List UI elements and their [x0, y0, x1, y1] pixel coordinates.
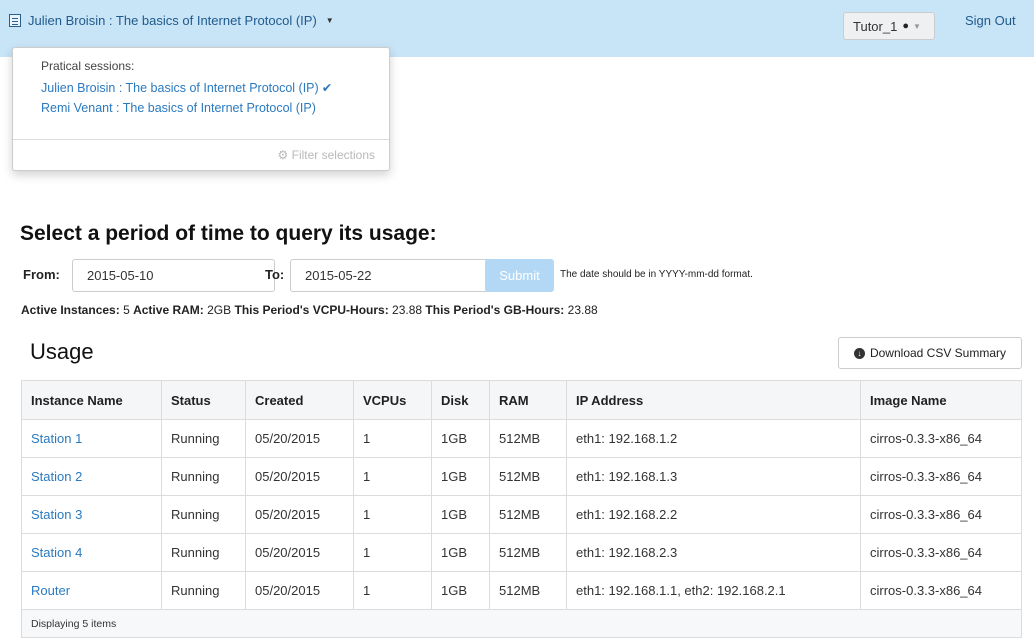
caret-down-icon: ▼: [325, 16, 334, 25]
active-instances-value: 5: [123, 303, 130, 317]
user-menu-button[interactable]: Tutor_1 ● ▼: [843, 12, 935, 40]
table-footer: Displaying 5 items: [21, 609, 1022, 638]
table-cell: 05/20/2015: [245, 495, 354, 534]
dropdown-option-julien-broisin[interactable]: Julien Broisin : The basics of Internet …: [41, 80, 332, 95]
table-footer-row: Displaying 5 items: [21, 609, 1022, 638]
download-icon: ↓: [853, 347, 865, 359]
table-cell: 1GB: [431, 571, 490, 610]
table-cell: 512MB: [489, 533, 567, 572]
vcpu-hours-value: 23.88: [392, 303, 423, 317]
book-icon: [9, 14, 21, 27]
table-cell: cirros-0.3.3-x86_64: [860, 495, 1022, 534]
table-cell: 1: [353, 533, 432, 572]
instance-link[interactable]: Router: [21, 571, 162, 610]
dropdown-option-remi-venant[interactable]: Remi Venant : The basics of Internet Pro…: [41, 101, 316, 115]
table-cell: eth1: 192.168.1.3: [566, 457, 861, 496]
table-cell: 1GB: [431, 495, 490, 534]
caret-down-icon: ▼: [912, 21, 921, 31]
table-cell: 512MB: [489, 571, 567, 610]
table-cell: 512MB: [489, 457, 567, 496]
table-cell: 1: [353, 419, 432, 458]
vcpu-hours-label: This Period's VCPU-Hours:: [234, 303, 389, 317]
table-cell: eth1: 192.168.2.3: [566, 533, 861, 572]
date-format-hint: The date should be in YYYY-mm-dd format.: [560, 269, 753, 280]
table-cell: 1GB: [431, 419, 490, 458]
table-cell: 1: [353, 495, 432, 534]
active-ram-label: Active RAM:: [133, 303, 204, 317]
column-header[interactable]: Image Name: [860, 380, 1022, 420]
project-selector-label: Julien Broisin : The basics of Internet …: [28, 13, 317, 28]
gear-icon: ⚙: [277, 148, 289, 162]
table-cell: cirros-0.3.3-x86_64: [860, 419, 1022, 458]
filter-selections-label: Filter selections: [291, 148, 375, 162]
table-cell: cirros-0.3.3-x86_64: [860, 571, 1022, 610]
table-cell: 05/20/2015: [245, 457, 354, 496]
table-cell: eth1: 192.168.1.2: [566, 419, 861, 458]
column-header[interactable]: Status: [161, 380, 246, 420]
table-cell: Running: [161, 419, 246, 458]
table-cell: Running: [161, 457, 246, 496]
table-cell: 512MB: [489, 495, 567, 534]
table-cell: cirros-0.3.3-x86_64: [860, 457, 1022, 496]
instance-link[interactable]: Station 2: [21, 457, 162, 496]
column-header[interactable]: Created: [245, 380, 354, 420]
project-selector[interactable]: Julien Broisin : The basics of Internet …: [9, 13, 334, 28]
usage-table: Instance Name Status Created VCPUs Disk …: [21, 380, 1022, 638]
table-cell: 05/20/2015: [245, 419, 354, 458]
column-header[interactable]: Instance Name: [21, 380, 162, 420]
table-cell: 05/20/2015: [245, 571, 354, 610]
dropdown-divider: [13, 139, 389, 140]
user-icon: ●: [902, 20, 909, 32]
instance-link[interactable]: Station 1: [21, 419, 162, 458]
table-cell: 1GB: [431, 457, 490, 496]
table-header-row: Instance Name Status Created VCPUs Disk …: [21, 380, 1022, 420]
table-cell: 1: [353, 571, 432, 610]
project-dropdown-menu: Pratical sessions: Julien Broisin : The …: [12, 47, 390, 171]
download-csv-label: Download CSV Summary: [869, 346, 1007, 360]
table-cell: Running: [161, 495, 246, 534]
table-row: Station 2 Running 05/20/2015 1 1GB 512MB…: [21, 457, 1022, 496]
table-cell: 512MB: [489, 419, 567, 458]
gb-hours-label: This Period's GB-Hours:: [425, 303, 565, 317]
date-range-form: From: To: Submit The date should be in Y…: [20, 259, 1020, 293]
active-ram-value: 2GB: [207, 303, 232, 317]
from-label: From:: [23, 267, 60, 282]
column-header[interactable]: VCPUs: [353, 380, 432, 420]
usage-heading: Usage: [30, 339, 94, 364]
dropdown-option-label: Remi Venant : The basics of Internet Pro…: [41, 101, 316, 115]
to-date-input[interactable]: [290, 259, 492, 292]
submit-button[interactable]: Submit: [485, 259, 554, 292]
period-title: Select a period of time to query its usa…: [20, 222, 437, 245]
table-cell: 1GB: [431, 533, 490, 572]
instance-link[interactable]: Station 3: [21, 495, 162, 534]
table-cell: eth1: 192.168.2.2: [566, 495, 861, 534]
table-cell: 05/20/2015: [245, 533, 354, 572]
table-cell: Running: [161, 533, 246, 572]
dropdown-option-label: Julien Broisin : The basics of Internet …: [41, 81, 319, 95]
to-label: To:: [265, 267, 285, 282]
column-header[interactable]: IP Address: [566, 380, 861, 420]
table-row: Station 4 Running 05/20/2015 1 1GB 512MB…: [21, 533, 1022, 572]
user-name: Tutor_1: [853, 18, 898, 34]
download-csv-button[interactable]: ↓ Download CSV Summary: [838, 337, 1022, 369]
table-row: Router Running 05/20/2015 1 1GB 512MB et…: [21, 571, 1022, 610]
table-cell: Running: [161, 571, 246, 610]
from-date-input[interactable]: [72, 259, 275, 292]
filter-selections-button[interactable]: ⚙ Filter selections: [278, 148, 375, 162]
sign-out-link[interactable]: Sign Out: [965, 13, 1016, 28]
usage-summary: Active Instances: 5 Active RAM: 2GB This…: [21, 303, 598, 317]
table-cell: eth1: 192.168.1.1, eth2: 192.168.2.1: [566, 571, 861, 610]
table-row: Station 1 Running 05/20/2015 1 1GB 512MB…: [21, 419, 1022, 458]
gb-hours-value: 23.88: [567, 303, 598, 317]
column-header[interactable]: RAM: [489, 380, 567, 420]
column-header[interactable]: Disk: [431, 380, 490, 420]
instance-link[interactable]: Station 4: [21, 533, 162, 572]
checkmark-icon: ✔: [321, 81, 333, 95]
table-cell: cirros-0.3.3-x86_64: [860, 533, 1022, 572]
active-instances-label: Active Instances:: [21, 303, 120, 317]
table-row: Station 3 Running 05/20/2015 1 1GB 512MB…: [21, 495, 1022, 534]
dropdown-header: Pratical sessions:: [41, 59, 135, 73]
table-cell: 1: [353, 457, 432, 496]
